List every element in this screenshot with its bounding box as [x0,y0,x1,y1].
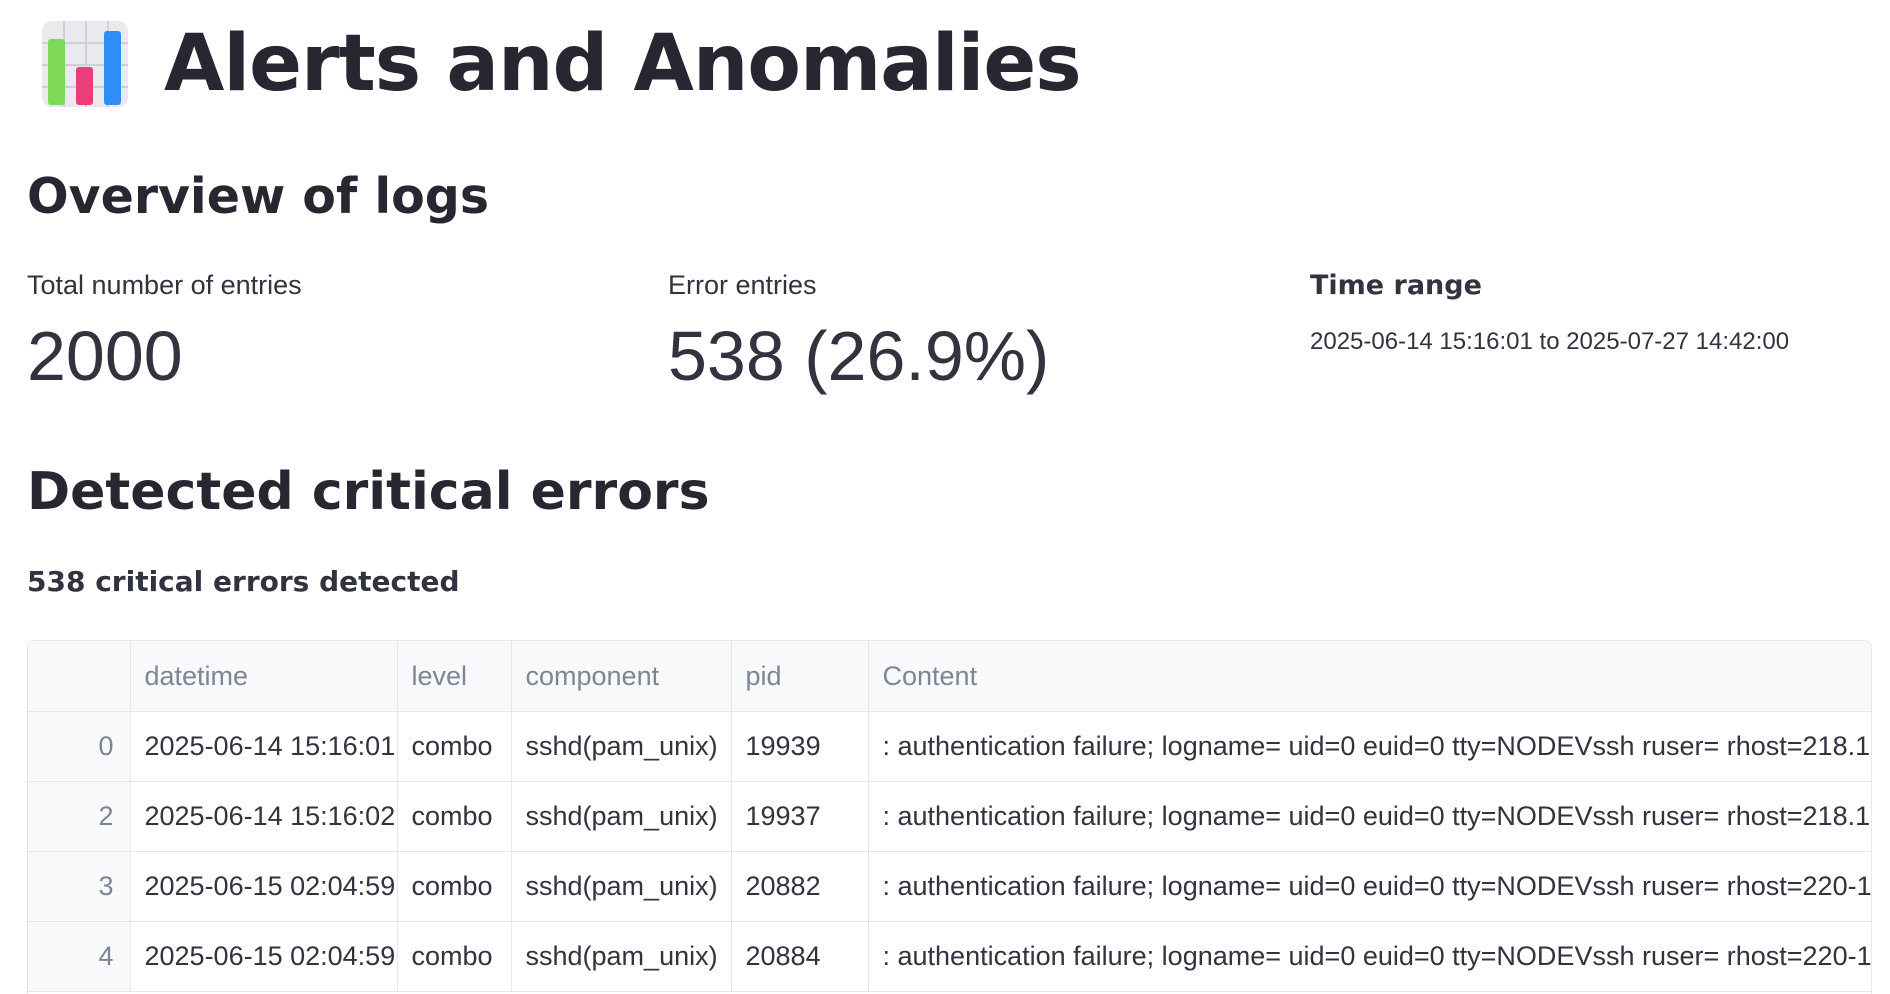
cell-level[interactable]: combo [397,921,512,992]
cell-component[interactable]: sshd(pam_unix) [511,781,732,852]
cell-pid[interactable]: 19937 [731,781,869,852]
data-table: datetime level component pid Content 0 2… [28,641,1871,992]
row-index: 0 [28,711,131,782]
critical-errors-count: 538 critical errors detected [27,565,460,598]
time-range-label: Time range [1310,270,1482,301]
column-header-component[interactable]: component [511,641,732,712]
cell-datetime[interactable]: 2025-06-14 15:16:01 [130,711,398,782]
cell-content[interactable]: : authentication failure; logname= uid=0… [868,781,1871,852]
critical-errors-heading: Detected critical errors [27,462,710,522]
cell-level[interactable]: combo [397,851,512,922]
bar-chart-icon [40,19,130,109]
cell-component[interactable]: sshd(pam_unix) [511,851,732,922]
cell-content[interactable]: : authentication failure; logname= uid=0… [868,921,1871,992]
cell-component[interactable]: sshd(pam_unix) [511,921,732,992]
cell-level[interactable]: combo [397,711,512,782]
table-row[interactable]: 4 2025-06-15 02:04:59 combo sshd(pam_uni… [28,921,1871,992]
total-entries-value: 2000 [27,317,183,395]
table-row[interactable]: 3 2025-06-15 02:04:59 combo sshd(pam_uni… [28,851,1871,922]
cell-component[interactable]: sshd(pam_unix) [511,711,732,782]
table-header-row: datetime level component pid Content [28,641,1871,712]
column-header-pid[interactable]: pid [731,641,869,712]
cell-datetime[interactable]: 2025-06-14 15:16:02 [130,781,398,852]
page: Alerts and Anomalies Overview of logs To… [0,0,1890,994]
row-index: 3 [28,851,131,922]
column-header-content[interactable]: Content [868,641,1871,712]
table-row[interactable]: 0 2025-06-14 15:16:01 combo sshd(pam_uni… [28,711,1871,782]
cell-datetime[interactable]: 2025-06-15 02:04:59 [130,921,398,992]
time-range-value: 2025-06-14 15:16:01 to 2025-07-27 14:42:… [1310,328,1790,355]
error-entries-label: Error entries [668,270,817,300]
page-title-row: Alerts and Anomalies [40,14,1082,114]
cell-pid[interactable]: 20882 [731,851,869,922]
cell-datetime[interactable]: 2025-06-15 02:04:59 [130,851,398,922]
page-title: Alerts and Anomalies [164,19,1082,109]
table-row[interactable]: 2 2025-06-14 15:16:02 combo sshd(pam_uni… [28,781,1871,852]
cell-pid[interactable]: 20884 [731,921,869,992]
cell-pid[interactable]: 19939 [731,711,869,782]
total-entries-label: Total number of entries [27,270,302,300]
column-header-index[interactable] [28,641,131,712]
column-header-datetime[interactable]: datetime [130,641,398,712]
cell-level[interactable]: combo [397,781,512,852]
overview-heading: Overview of logs [27,168,490,225]
critical-errors-table[interactable]: datetime level component pid Content 0 2… [27,640,1872,994]
column-header-level[interactable]: level [397,641,512,712]
error-entries-value: 538 (26.9%) [668,317,1050,395]
row-index: 4 [28,921,131,992]
cell-content[interactable]: : authentication failure; logname= uid=0… [868,851,1871,922]
row-index: 2 [28,781,131,852]
cell-content[interactable]: : authentication failure; logname= uid=0… [868,711,1871,782]
